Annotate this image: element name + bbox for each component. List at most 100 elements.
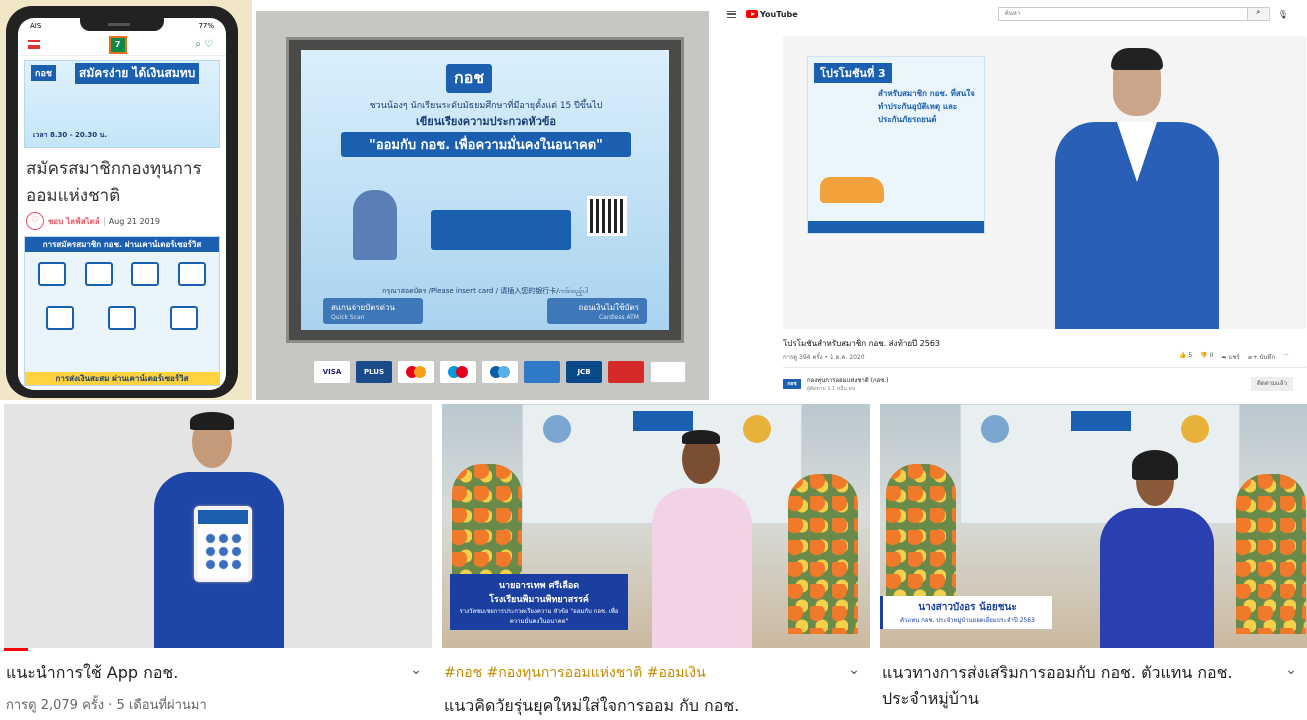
phone-panel: AIS 77% 7 ⌕♡ กอช สมัครง่าย ได้เงินสมทบ เ… (0, 0, 252, 400)
mastercard-logo (398, 361, 434, 383)
like-button[interactable]: 👍 5 (1179, 352, 1192, 362)
video-thumbnail[interactable]: นางสาวบังอร น้อยชนะ ตัวแทน กอช. ประจำหมู… (880, 404, 1307, 648)
youtube-wordmark: YouTube (760, 9, 798, 19)
heart-icon[interactable]: ♡ (26, 212, 44, 230)
visa-logo: VISA (314, 361, 350, 383)
video-player[interactable]: โปรโมชันที่ 3 สำหรับสมาชิก กอช. ที่สนใจท… (783, 36, 1306, 329)
youtube-logo[interactable]: YouTube (746, 10, 798, 19)
video-meta: การดู 2,079 ครั้ง · 5 เดือนที่ผ่านมา (6, 698, 207, 713)
presenter (1041, 48, 1229, 329)
video-tags[interactable]: #กอช #กองทุนการออมแห่งชาติ #ออมเงิน (444, 660, 836, 686)
dislike-button[interactable]: 👎 0 (1200, 352, 1213, 362)
more-icon[interactable]: ··· (1283, 352, 1289, 362)
menu-icon[interactable] (28, 40, 40, 49)
author-row: ♡ ชอบ ไลฟ์สไตล์ Aug 21 2019 (18, 210, 226, 232)
video-thumbnail[interactable]: นายอารเทพ ศรีเลือด โรงเรียนพิมานพิทยาสรร… (442, 404, 870, 648)
video-views: การดู 394 ครั้ง • 1 ต.ค. 2020 (783, 354, 865, 361)
emblem-icon (543, 415, 571, 443)
banner-hours: เวลา 8.30 - 20.30 น. (33, 131, 108, 139)
flower-arrangement (788, 474, 858, 634)
presenter-figure (144, 410, 294, 648)
step-icon (131, 262, 160, 286)
youtube-panel: YouTube ⌕ 🎙 โปรโมชันที่ 3 สำหรับสมาชิก ก… (713, 0, 1307, 400)
microphone-icon[interactable]: 🎙 (1278, 10, 1288, 19)
video-actions: 👍 5 👎 0 ➦ แชร์ ≡+ บันทึก ··· (1179, 352, 1289, 362)
youtube-header: YouTube ⌕ 🎙 (713, 0, 1307, 28)
channel-avatar[interactable]: กอช (783, 379, 801, 389)
video-card[interactable]: นางสาวบังอร น้อยชนะ ตัวแทน กอช. ประจำหมู… (876, 404, 1307, 720)
step-icon (84, 262, 113, 286)
quick-scan-sub: Quick Scan (331, 314, 365, 321)
quick-scan-label: สแกนจ่ายบัตรด่วน (331, 303, 395, 312)
promo-banner[interactable]: กอช สมัครง่าย ได้เงินสมทบ เวลา 8.30 - 20… (24, 60, 220, 148)
share-button[interactable]: ➦ แชร์ (1221, 352, 1239, 362)
play-icon (746, 10, 758, 18)
video-title[interactable]: แนวคิดวัยรุ่นยุคใหม่ใส่ใจการออม กับ กอช. (444, 694, 739, 719)
atm-bezel: กอช ชวนน้องๆ นักเรียนระดับมัธยมศึกษาที่ม… (286, 37, 684, 343)
cardless-atm-button[interactable]: ถอนเงินไม่ใช้บัตร Cardless ATM (547, 298, 647, 324)
atm-logo: กอช (446, 64, 493, 93)
atm-contest-text: เขียนเรียงความประกวดหัวข้อ (415, 115, 557, 128)
cirrus-logo (482, 361, 518, 383)
caption-name: นายอารเทพ ศรีเลือด (498, 581, 580, 591)
presenter-hair (1111, 48, 1163, 70)
step-icon (46, 306, 74, 330)
save-label: บันทึก (1259, 354, 1276, 361)
promo-footer (808, 221, 984, 233)
atm-date-box (431, 210, 571, 250)
menu-icon[interactable] (727, 10, 736, 18)
subscribe-button[interactable]: ติดตามแล้ว (1251, 377, 1293, 391)
agent-figure (1092, 444, 1222, 648)
agent-hair (1132, 450, 1178, 480)
step-icon (108, 306, 136, 330)
promo-text: สำหรับสมาชิก กอช. ที่สนใจทำประกันอุบัติเ… (878, 89, 975, 124)
channel-name[interactable]: กองทุนการออมแห่งชาติ (กอช.) (807, 377, 889, 384)
watch-progress (4, 648, 28, 651)
infographic-steps (25, 252, 219, 296)
amex-logo (524, 361, 560, 383)
phone-screen: AIS 77% 7 ⌕♡ กอช สมัครง่าย ได้เงินสมทบ เ… (18, 18, 226, 390)
app-grid-icon (204, 532, 242, 572)
agent-shirt (1100, 508, 1214, 648)
unionpay-logo (608, 361, 644, 383)
tablet-illustration (194, 506, 252, 582)
student-shirt (652, 488, 752, 648)
app-bar: 7 ⌕♡ (18, 34, 226, 56)
video-card[interactable]: แนะนำการใช้ App กอช. การดู 2,079 ครั้ง ·… (0, 404, 432, 720)
search-heart-icons[interactable]: ⌕♡ (195, 39, 216, 50)
chevron-down-icon[interactable]: ⌄ (848, 662, 860, 678)
banner-badge: กอช (31, 65, 56, 81)
atm-screen: กอช ชวนน้องๆ นักเรียนระดับมัธยมศึกษาที่ม… (301, 50, 669, 330)
name-caption: นายอารเทพ ศรีเลือด โรงเรียนพิมานพิทยาสรร… (450, 574, 628, 630)
promo-poster: โปรโมชันที่ 3 สำหรับสมาชิก กอช. ที่สนใจท… (807, 56, 985, 234)
caption-sub: รางวัลชมเชยการประกวดเรียงความ หัวข้อ "ออ… (459, 608, 619, 625)
video-thumbnail[interactable] (4, 404, 432, 648)
infographic-steps (25, 296, 219, 340)
battery-label: 77% (198, 22, 214, 30)
flower-arrangement (1236, 474, 1306, 634)
step-icon (177, 262, 206, 286)
card-logos: VISA PLUS JCB (314, 361, 686, 383)
collage: AIS 77% 7 ⌕♡ กอช สมัครง่าย ได้เงินสมทบ เ… (0, 0, 1307, 720)
presenter-hair (190, 412, 234, 430)
atm-topic-text: "ออมกับ กอช. เพื่อความมั่นคงในอนาคต" (341, 132, 631, 157)
insert-card-text: กรุณาสอดบัตร /Please insert card / 请插入您的… (382, 287, 588, 295)
search-input[interactable] (997, 7, 1248, 21)
save-button[interactable]: ≡+ บันทึก (1248, 352, 1275, 362)
cardless-sub: Cardless ATM (598, 314, 639, 321)
caption-school: โรงเรียนพิมานพิทยาสรรค์ (489, 595, 589, 605)
caption-name: นางสาวบังอร น้อยชนะ (918, 602, 1017, 613)
author-name[interactable]: ชอบ ไลฟ์สไตล์ (48, 215, 100, 228)
video-card[interactable]: นายอารเทพ ศรีเลือด โรงเรียนพิมานพิทยาสรร… (438, 404, 870, 720)
infographic-header: การสมัครสมาชิก กอช. ผ่านเคาน์เตอร์เซอร์ว… (25, 237, 219, 252)
chevron-down-icon[interactable]: ⌄ (1285, 662, 1297, 678)
chevron-down-icon[interactable]: ⌄ (410, 662, 422, 678)
article-title: สมัครสมาชิกกองทุนการออมแห่งชาติ (26, 159, 202, 206)
quick-scan-button[interactable]: สแกนจ่ายบัตรด่วน Quick Scan (323, 298, 423, 324)
video-title[interactable]: แนะนำการใช้ App กอช. (6, 660, 398, 686)
seven-eleven-logo[interactable]: 7 (108, 35, 127, 54)
car-illustration (820, 177, 884, 203)
video-title[interactable]: แนวทางการส่งเสริมการออมกับ กอช. ตัวแทน ก… (882, 660, 1273, 712)
channel-row[interactable]: กอช กองทุนการออมแห่งชาติ (กอช.) ผู้ติดตา… (783, 375, 889, 393)
search-icon[interactable]: ⌕ (1247, 7, 1270, 21)
